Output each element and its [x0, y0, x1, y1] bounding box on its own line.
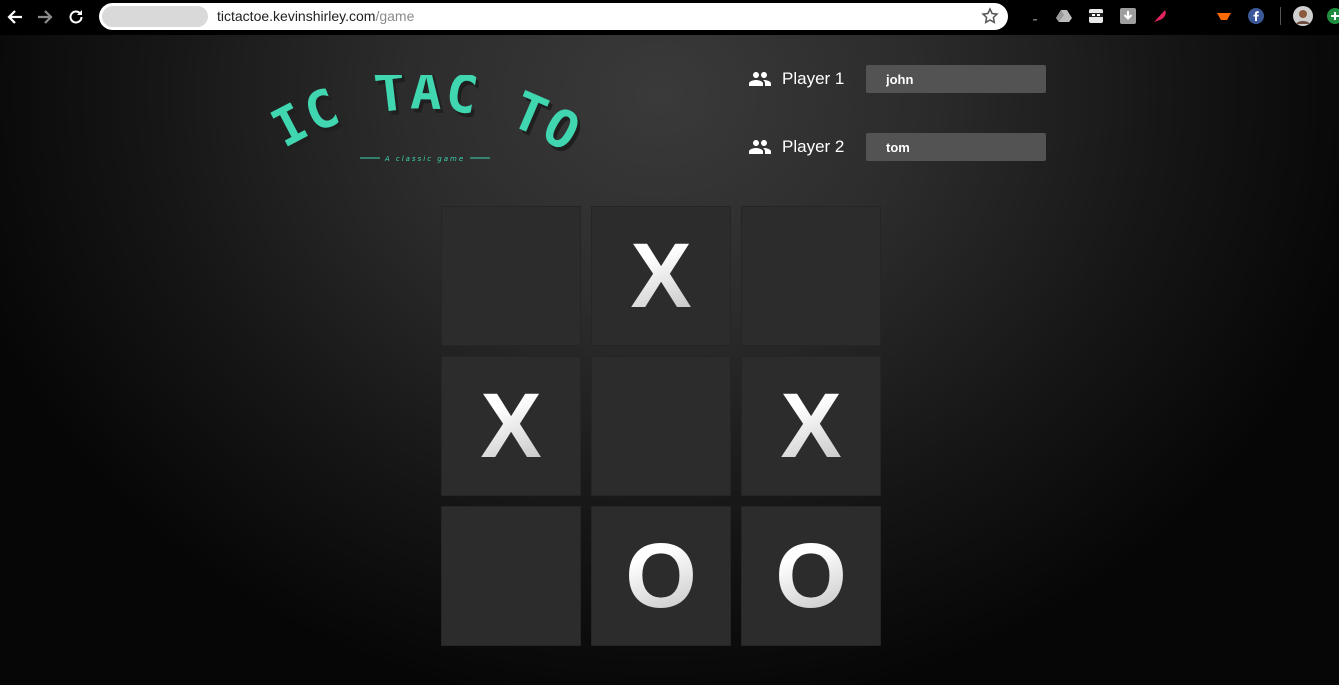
profile-avatar-icon[interactable] — [1293, 6, 1313, 26]
extension-dot-icon[interactable] — [1032, 8, 1040, 24]
game-board: X X X O O — [441, 206, 881, 646]
browser-toolbar: tictactoe.kevinshirley.com/game — [0, 0, 1339, 35]
download-icon[interactable] — [1120, 8, 1136, 24]
back-arrow-icon[interactable] — [2, 4, 28, 30]
player-1-name-input[interactable] — [866, 65, 1046, 93]
board-cell-9[interactable]: O — [741, 506, 881, 646]
ninja-extension-icon[interactable] — [1088, 8, 1104, 24]
feather-icon[interactable] — [1152, 8, 1168, 24]
tic-tac-toe-logo: TIC TAC TOE TIC TAC TOE A classic game — [253, 28, 591, 185]
board-cell-3[interactable] — [741, 206, 881, 346]
game-page: TIC TAC TOE TIC TAC TOE A classic game P… — [0, 28, 1339, 685]
cell-mark: O — [625, 525, 697, 627]
green-extension-icon[interactable] — [1327, 8, 1339, 24]
board-cell-5[interactable] — [591, 356, 731, 496]
toolbar-divider — [1280, 7, 1281, 25]
orange-extension-icon[interactable] — [1216, 8, 1232, 24]
player-2-row: Player 2 — [748, 133, 1046, 161]
cell-mark: X — [480, 375, 542, 477]
forward-arrow-icon[interactable] — [32, 4, 58, 30]
url-path: /game — [375, 8, 415, 24]
cell-mark: O — [775, 525, 847, 627]
board-cell-1[interactable] — [441, 206, 581, 346]
player-1-row: Player 1 — [748, 65, 1046, 93]
player-1-label: Player 1 — [782, 69, 845, 88]
board-cell-6[interactable]: X — [741, 356, 881, 496]
cell-mark: X — [630, 225, 692, 327]
logo-tagline: A classic game — [384, 155, 465, 163]
board-cell-4[interactable]: X — [441, 356, 581, 496]
people-icon — [749, 140, 771, 154]
url-host: tictactoe.kevinshirley.com — [217, 8, 376, 24]
cell-mark: X — [780, 375, 842, 477]
player-2-name-input[interactable] — [866, 133, 1046, 161]
player-2-label: Player 2 — [782, 137, 845, 156]
people-icon — [749, 72, 771, 86]
board-cell-2[interactable]: X — [591, 206, 731, 346]
blurred-url-region — [102, 6, 208, 27]
reload-icon[interactable] — [63, 4, 89, 30]
facebook-icon[interactable] — [1248, 8, 1264, 24]
address-bar[interactable]: tictactoe.kevinshirley.com/game — [99, 3, 1008, 30]
star-icon[interactable] — [981, 7, 999, 25]
board-cell-7[interactable] — [441, 506, 581, 646]
board-cell-8[interactable]: O — [591, 506, 731, 646]
url-text: tictactoe.kevinshirley.com/game — [217, 8, 414, 24]
google-drive-icon[interactable] — [1056, 8, 1072, 24]
